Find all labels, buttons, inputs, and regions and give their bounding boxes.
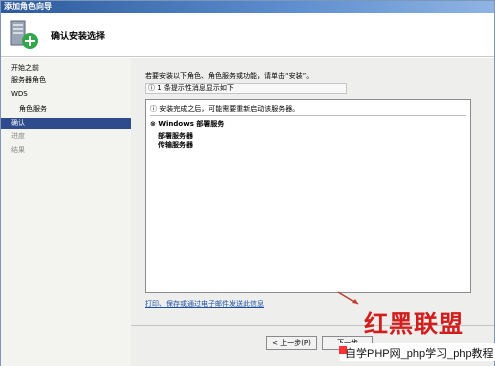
title-bar: 添加角色向导	[1, 1, 494, 13]
wizard-header: 确认安装选择	[1, 13, 494, 57]
watermark-site-text: 自学PHP网_php学习_php教程	[345, 348, 494, 360]
instruction-text: 若要安装以下角色、角色服务或功能，请单击“安装”。	[145, 72, 314, 80]
restart-note: ⓘ 安装完成之后，可能需要重新启动该服务器。	[150, 104, 299, 114]
annotation-arrow-icon	[337, 291, 359, 305]
print-save-email-link[interactable]: 打印、保存或通过电子邮件发送此信息	[145, 299, 264, 309]
wizard-steps-pane: 开始之前 服务器角色 WDS 角色服务 确认 进度 结果	[1, 58, 131, 366]
info-message-text: 1 条提示性消息显示如下	[157, 84, 234, 92]
nav-item-before-you-begin[interactable]: 开始之前	[1, 63, 131, 74]
selection-list-box[interactable]: ⓘ 安装完成之后，可能需要重新启动该服务器。 ⊗ Windows 部署服务 部署…	[145, 99, 471, 293]
nav-item-progress: 进度	[11, 132, 25, 140]
info-icon: ⓘ	[150, 105, 157, 113]
nav-item-role-services[interactable]: 角色服务	[1, 104, 131, 115]
info-icon: ⓘ	[148, 84, 155, 92]
divider	[150, 115, 466, 116]
role-service-item: 传输服务器	[158, 141, 193, 149]
server-add-icon	[10, 20, 38, 49]
nav-item-results: 结果	[11, 146, 25, 154]
role-group-label: Windows 部署服务	[158, 120, 225, 128]
role-group-wds[interactable]: ⊗ Windows 部署服务	[150, 119, 224, 129]
page-title: 确认安装选择	[51, 32, 106, 42]
previous-button[interactable]: < 上一步(P)	[266, 336, 317, 350]
nav-item-server-roles[interactable]: 服务器角色	[1, 75, 131, 86]
info-message-bar[interactable]: ⓘ 1 条提示性消息显示如下	[145, 83, 347, 94]
nav-item-confirmation[interactable]: 确认	[1, 118, 131, 129]
restart-note-text: 安装完成之后，可能需要重新启动该服务器。	[159, 105, 300, 113]
collapse-icon[interactable]: ⊗	[150, 120, 156, 128]
watermark-brand-logo: 红黑联盟	[364, 309, 464, 338]
nav-item-wds[interactable]: WDS	[1, 89, 131, 100]
